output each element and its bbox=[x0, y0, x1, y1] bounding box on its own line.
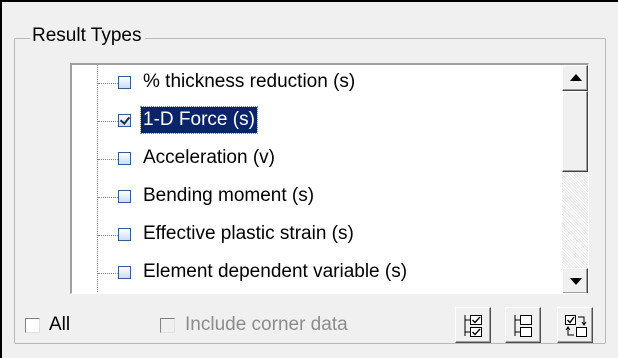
tree-branch bbox=[98, 197, 118, 198]
all-label[interactable]: All bbox=[49, 314, 70, 336]
tree-branch bbox=[98, 273, 118, 274]
tree-item-bending-moment[interactable]: Bending moment (s) bbox=[72, 179, 563, 215]
scroll-down-button[interactable] bbox=[562, 268, 588, 293]
invert-selection-button[interactable] bbox=[557, 307, 593, 343]
checkbox-icon[interactable] bbox=[118, 190, 131, 203]
tree-item-label[interactable]: Bending moment (s) bbox=[141, 183, 316, 209]
result-types-tree[interactable]: % thickness reduction (s) 1-D Force (s) … bbox=[70, 63, 589, 294]
arrow-down-icon bbox=[570, 278, 582, 285]
scroll-thumb[interactable] bbox=[562, 91, 588, 172]
invert-selection-icon bbox=[565, 315, 587, 337]
tree-item-label[interactable]: Effective plastic strain (s) bbox=[141, 221, 356, 247]
tree-item-label[interactable]: Element dependent variable (s) bbox=[141, 259, 409, 285]
checkbox-icon[interactable] bbox=[118, 76, 131, 89]
tree-item-effective-plastic-strain[interactable]: Effective plastic strain (s) bbox=[72, 217, 563, 253]
check-all-icon bbox=[464, 315, 482, 337]
tree-item-acceleration[interactable]: Acceleration (v) bbox=[72, 141, 563, 177]
tree-branch bbox=[98, 159, 118, 160]
include-corner-data-label[interactable]: Include corner data bbox=[185, 314, 348, 336]
tree-item-label[interactable]: Acceleration (v) bbox=[141, 145, 277, 171]
checkbox-icon[interactable] bbox=[118, 152, 131, 165]
tree-item-1d-force[interactable]: 1-D Force (s) bbox=[72, 103, 563, 139]
tree-item-element-dependent-variable[interactable]: Element dependent variable (s) bbox=[72, 255, 563, 291]
vertical-scrollbar[interactable] bbox=[562, 65, 588, 293]
tree-branch bbox=[98, 83, 118, 84]
group-title: Result Types bbox=[30, 24, 146, 48]
uncheck-all-button[interactable] bbox=[505, 307, 541, 343]
check-all-button[interactable] bbox=[455, 307, 491, 343]
checkbox-icon[interactable] bbox=[118, 228, 131, 241]
tree-content: % thickness reduction (s) 1-D Force (s) … bbox=[72, 65, 563, 293]
checkbox-icon[interactable] bbox=[118, 266, 131, 279]
tree-branch bbox=[98, 235, 118, 236]
tree-item-thickness-reduction[interactable]: % thickness reduction (s) bbox=[72, 65, 563, 101]
checkbox-checked-icon[interactable] bbox=[118, 114, 131, 127]
arrow-up-icon bbox=[570, 74, 582, 81]
tree-item-label[interactable]: % thickness reduction (s) bbox=[141, 69, 357, 95]
tree-branch bbox=[98, 121, 118, 122]
uncheck-all-icon bbox=[514, 315, 532, 337]
all-checkbox[interactable] bbox=[25, 318, 40, 333]
include-corner-data-checkbox[interactable] bbox=[160, 318, 175, 333]
scroll-up-button[interactable] bbox=[562, 65, 588, 91]
tree-item-label[interactable]: 1-D Force (s) bbox=[140, 106, 258, 134]
